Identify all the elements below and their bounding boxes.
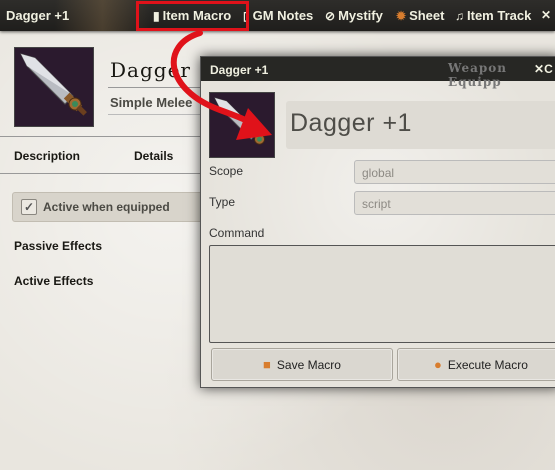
sheet-label: Sheet bbox=[409, 8, 445, 23]
command-textarea[interactable] bbox=[209, 245, 555, 343]
mystify-label: Mystify bbox=[338, 8, 383, 23]
item-macro-dialog: Dagger +1 Weapon Equipp ✕C Dagger +1 Sco… bbox=[200, 56, 555, 388]
active-effects-heading: Active Effects bbox=[14, 274, 94, 288]
sheet-button[interactable]: ✹ Sheet bbox=[396, 8, 444, 23]
dagger-icon bbox=[210, 93, 274, 157]
dialog-header[interactable]: Dagger +1 Weapon Equipp ✕C bbox=[201, 57, 555, 89]
dagger-icon bbox=[15, 48, 93, 126]
active-when-equipped-label: Active when equipped bbox=[43, 200, 170, 214]
tab-details[interactable]: Details bbox=[134, 149, 173, 163]
dialog-close-label: C bbox=[544, 62, 553, 76]
close-icon: ✕ bbox=[541, 8, 552, 22]
macro-name-input[interactable]: Dagger +1 bbox=[286, 101, 555, 149]
save-icon: ■ bbox=[263, 357, 271, 372]
scope-label: Scope bbox=[209, 164, 244, 178]
gear-icon: ✹ bbox=[396, 8, 407, 23]
music-icon: ♫ bbox=[455, 8, 464, 23]
type-label: Type bbox=[209, 195, 236, 209]
highlight-box bbox=[136, 1, 249, 31]
tab-description[interactable]: Description bbox=[14, 149, 80, 163]
gm-notes-label: GM Notes bbox=[252, 8, 314, 23]
eye-slash-icon: ⊘ bbox=[325, 8, 336, 23]
item-image[interactable] bbox=[14, 47, 94, 127]
active-when-equipped-toggle[interactable]: ✓ Active when equipped bbox=[12, 192, 212, 222]
mystify-button[interactable]: ⊘ Mystify bbox=[325, 8, 383, 23]
save-macro-button[interactable]: ■ Save Macro bbox=[211, 348, 393, 381]
window-title: Dagger +1 bbox=[6, 8, 70, 23]
command-label: Command bbox=[209, 226, 265, 240]
macro-image[interactable] bbox=[209, 92, 275, 158]
type-select[interactable]: script bbox=[354, 191, 555, 215]
close-icon: ✕ bbox=[534, 62, 545, 76]
item-type: Simple Melee bbox=[110, 95, 193, 110]
window-header: Dagger +1 ▮ Item Macro ▯ GM Notes ⊘ Myst… bbox=[0, 0, 555, 31]
dice-icon: ● bbox=[434, 357, 442, 372]
execute-macro-button[interactable]: ● Execute Macro bbox=[397, 348, 555, 381]
execute-macro-label: Execute Macro bbox=[447, 357, 528, 372]
item-track-button[interactable]: ♫ Item Track bbox=[455, 8, 531, 23]
gm-notes-button[interactable]: ▯ GM Notes bbox=[243, 8, 313, 23]
item-track-label: Item Track bbox=[467, 8, 532, 23]
divider bbox=[0, 173, 215, 174]
checkbox[interactable]: ✓ bbox=[21, 199, 37, 215]
passive-effects-heading: Passive Effects bbox=[14, 239, 103, 253]
divider bbox=[0, 136, 215, 137]
save-macro-label: Save Macro bbox=[276, 357, 341, 372]
close-button[interactable]: ✕ bbox=[541, 8, 551, 22]
dialog-title: Dagger +1 bbox=[210, 63, 269, 77]
scope-select[interactable]: global bbox=[354, 160, 555, 184]
dialog-close-button[interactable]: ✕C bbox=[534, 62, 553, 76]
